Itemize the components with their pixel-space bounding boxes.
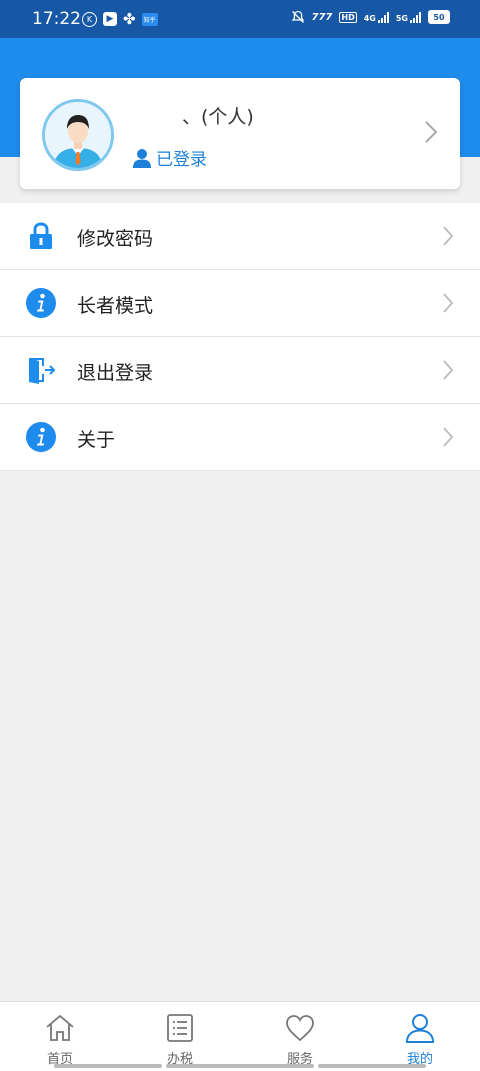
chevron-right-icon	[443, 360, 454, 380]
bottom-tab-bar: 首页 办税 服务 我的	[0, 1001, 480, 1071]
login-status: 已登录	[132, 145, 207, 170]
app-box-icon: ▶	[103, 12, 117, 26]
notification-icons: K ▶ ✤ 知乎	[82, 10, 158, 28]
signal-5g: 5G	[396, 11, 421, 23]
settings-menu: 修改密码 长者模式 退出登录 关于	[0, 203, 480, 471]
user-icon	[405, 1014, 435, 1043]
tab-home[interactable]: 首页	[0, 1002, 120, 1071]
chevron-right-icon	[443, 293, 454, 313]
menu-item-elder-mode[interactable]: 长者模式	[0, 270, 480, 337]
signal-bars-icon	[377, 11, 389, 23]
exit-door-icon	[29, 358, 56, 384]
tab-service[interactable]: 服务	[240, 1002, 360, 1071]
user-name: 、(个人)	[182, 106, 254, 128]
gesture-indicator	[318, 1064, 426, 1068]
home-icon	[46, 1014, 74, 1041]
user-icon	[133, 148, 151, 168]
profile-card[interactable]: 、(个人) 已登录	[20, 78, 460, 189]
lock-icon	[30, 222, 52, 249]
menu-item-change-password[interactable]: 修改密码	[0, 203, 480, 270]
tab-tax[interactable]: 办税	[120, 1002, 240, 1071]
heart-icon	[286, 1015, 314, 1042]
zhihu-app-icon: 知乎	[141, 12, 158, 26]
menu-item-logout[interactable]: 退出登录	[0, 337, 480, 404]
tab-mine[interactable]: 我的	[360, 1002, 480, 1071]
list-icon	[167, 1014, 193, 1042]
battery-icon: 50	[428, 10, 450, 24]
chevron-right-icon	[443, 427, 454, 447]
fan-icon: ✤	[123, 10, 136, 28]
menu-item-label: 退出登录	[77, 362, 154, 384]
bell-muted-icon	[291, 10, 304, 23]
hd-icon: HD	[339, 11, 357, 23]
menu-item-label: 关于	[77, 429, 116, 451]
avatar-person-icon	[45, 102, 111, 168]
gesture-indicator	[54, 1064, 162, 1068]
status-bar: 17:22 K ▶ ✤ 知乎 777 HD 4G 5G 50	[0, 0, 480, 38]
speed-icon: 777	[311, 11, 333, 23]
menu-item-label: 长者模式	[77, 295, 154, 317]
avatar	[42, 99, 114, 171]
menu-item-about[interactable]: 关于	[0, 404, 480, 471]
info-icon	[26, 422, 56, 452]
info-icon	[26, 288, 56, 318]
menu-item-label: 修改密码	[77, 228, 154, 250]
status-time: 17:22	[32, 9, 81, 29]
login-status-label: 已登录	[156, 150, 207, 170]
system-icons: 777 HD 4G 5G 50	[291, 10, 450, 24]
chevron-right-icon	[443, 226, 454, 246]
signal-bars-icon	[410, 11, 421, 23]
signal-4g: 4G	[364, 11, 389, 23]
k-app-icon: K	[82, 11, 97, 27]
gesture-indicator	[166, 1064, 314, 1068]
chevron-right-icon	[425, 121, 438, 143]
